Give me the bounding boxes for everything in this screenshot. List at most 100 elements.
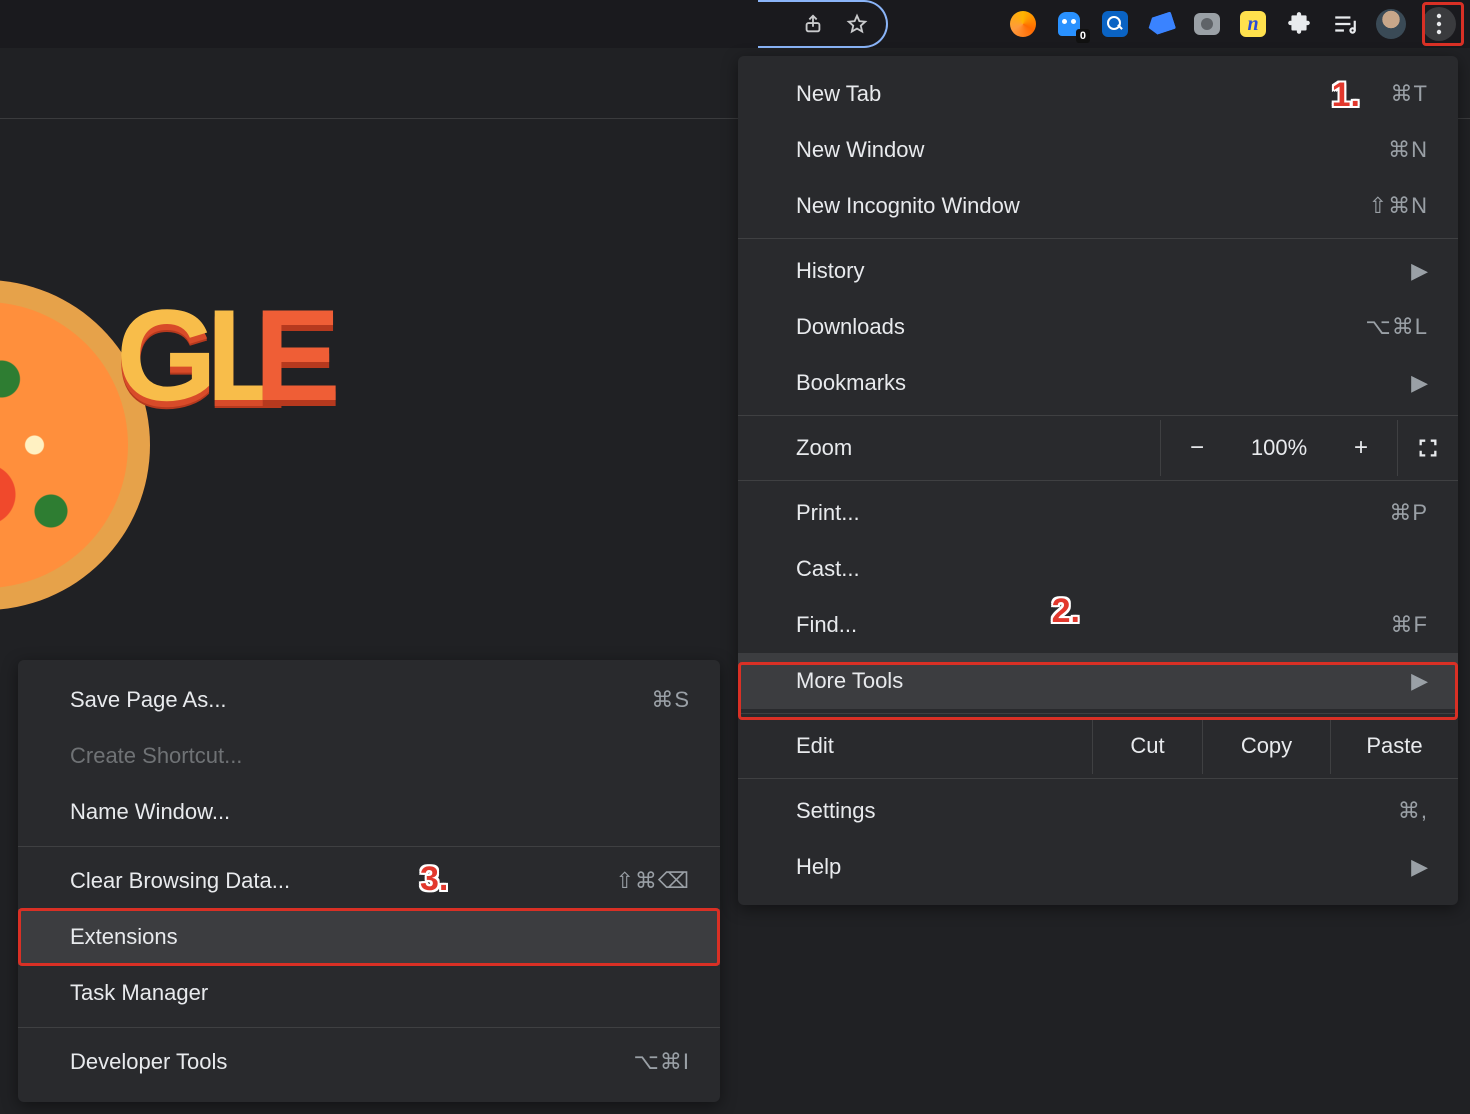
more-tools-submenu: Save Page As... ⌘S Create Shortcut... Na… — [18, 660, 720, 1102]
menu-item-help[interactable]: Help ▶ — [738, 839, 1458, 895]
menu-item-zoom: Zoom − 100% + — [738, 420, 1458, 476]
menu-item-shortcut: ⌘, — [1398, 798, 1428, 824]
menu-item-label: New Incognito Window — [796, 193, 1369, 219]
chevron-right-icon: ▶ — [1411, 668, 1428, 694]
menu-item-cast[interactable]: Cast... — [738, 541, 1458, 597]
submenu-item-extensions[interactable]: Extensions — [18, 909, 720, 965]
colorful-swirl-extension[interactable] — [1008, 9, 1038, 39]
submenu-item-name-window[interactable]: Name Window... — [18, 784, 720, 840]
menu-item-label: Extensions — [70, 924, 690, 950]
menu-item-label: Downloads — [796, 314, 1365, 340]
chrome-main-menu: New Tab ⌘T New Window ⌘N New Incognito W… — [738, 56, 1458, 905]
search-extension[interactable] — [1100, 9, 1130, 39]
browser-toolbar: 0 n — [0, 0, 1470, 48]
zoom-value: 100% — [1233, 435, 1325, 461]
price-tag-extension[interactable] — [1146, 9, 1176, 39]
notability-extension[interactable]: n — [1238, 9, 1268, 39]
kebab-menu-button[interactable] — [1422, 7, 1456, 41]
zoom-out-button[interactable]: − — [1161, 420, 1233, 476]
edit-paste-button[interactable]: Paste — [1330, 718, 1458, 774]
menu-item-label: Name Window... — [70, 799, 690, 825]
menu-item-more-tools[interactable]: More Tools ▶ — [738, 653, 1458, 709]
menu-item-shortcut: ⌘F — [1391, 612, 1428, 638]
profile-button[interactable] — [1376, 9, 1406, 39]
menu-item-shortcut: ⌘P — [1389, 500, 1428, 526]
menu-separator — [738, 415, 1458, 416]
doodle-letter: G — [116, 280, 211, 430]
chevron-right-icon: ▶ — [1411, 258, 1428, 284]
menu-item-label: Save Page As... — [70, 687, 651, 713]
menu-item-label: New Tab — [796, 81, 1391, 107]
note-icon: n — [1240, 11, 1266, 37]
menu-item-settings[interactable]: Settings ⌘, — [738, 783, 1458, 839]
menu-item-label: Developer Tools — [70, 1049, 634, 1075]
swirl-icon — [1010, 11, 1036, 37]
camera-icon — [1194, 13, 1220, 35]
menu-item-label: New Window — [796, 137, 1388, 163]
omnibox-right-edge — [758, 0, 888, 48]
menu-item-label: Zoom — [796, 435, 1160, 461]
menu-item-downloads[interactable]: Downloads ⌥⌘L — [738, 299, 1458, 355]
menu-item-label: Clear Browsing Data... — [70, 868, 615, 894]
fullscreen-icon — [1417, 437, 1439, 459]
menu-item-shortcut: ⌘S — [651, 687, 690, 713]
chevron-right-icon: ▶ — [1411, 370, 1428, 396]
menu-item-new-incognito[interactable]: New Incognito Window ⇧⌘N — [738, 178, 1458, 234]
menu-item-label: Edit — [738, 718, 1092, 774]
camera-extension[interactable] — [1192, 9, 1222, 39]
menu-separator — [738, 480, 1458, 481]
menu-item-print[interactable]: Print... ⌘P — [738, 485, 1458, 541]
menu-item-shortcut: ⇧⌘⌫ — [615, 868, 690, 894]
menu-item-label: History — [796, 258, 1411, 284]
avatar-icon — [1376, 9, 1406, 39]
menu-item-new-tab[interactable]: New Tab ⌘T — [738, 66, 1458, 122]
edit-cut-button[interactable]: Cut — [1092, 718, 1202, 774]
menu-item-shortcut: ⇧⌘N — [1369, 193, 1428, 219]
menu-item-bookmarks[interactable]: Bookmarks ▶ — [738, 355, 1458, 411]
menu-item-label: Find... — [796, 612, 1391, 638]
fullscreen-button[interactable] — [1398, 437, 1458, 459]
submenu-item-create-shortcut: Create Shortcut... — [18, 728, 720, 784]
menu-separator — [18, 846, 720, 847]
menu-item-label: Bookmarks — [796, 370, 1411, 396]
submenu-item-developer-tools[interactable]: Developer Tools ⌥⌘I — [18, 1034, 720, 1090]
menu-separator — [18, 1027, 720, 1028]
puzzle-icon — [1286, 11, 1312, 37]
playlist-music-icon — [1332, 11, 1358, 37]
menu-item-shortcut: ⌘N — [1388, 137, 1428, 163]
price-tag-icon — [1146, 11, 1176, 36]
menu-item-label: Print... — [796, 500, 1389, 526]
submenu-item-clear-browsing-data[interactable]: Clear Browsing Data... ⇧⌘⌫ — [18, 853, 720, 909]
menu-item-shortcut: ⌥⌘L — [1365, 314, 1428, 340]
edit-copy-button[interactable]: Copy — [1202, 718, 1330, 774]
menu-item-new-window[interactable]: New Window ⌘N — [738, 122, 1458, 178]
zoom-in-button[interactable]: + — [1325, 420, 1397, 476]
menu-item-history[interactable]: History ▶ — [738, 243, 1458, 299]
extension-badge: 0 — [1076, 29, 1090, 43]
menu-item-label: Create Shortcut... — [70, 743, 690, 769]
kebab-icon — [1436, 13, 1442, 35]
menu-item-label: Help — [796, 854, 1411, 880]
menu-separator — [738, 713, 1458, 714]
doodle-letter: E — [254, 280, 335, 430]
media-control-button[interactable] — [1330, 9, 1360, 39]
submenu-item-save-page-as[interactable]: Save Page As... ⌘S — [18, 672, 720, 728]
ghostery-extension[interactable]: 0 — [1054, 9, 1084, 39]
magnifier-icon — [1102, 11, 1128, 37]
menu-item-label: More Tools — [796, 668, 1411, 694]
menu-item-label: Settings — [796, 798, 1398, 824]
extensions-button[interactable] — [1284, 9, 1314, 39]
menu-separator — [738, 238, 1458, 239]
submenu-item-task-manager[interactable]: Task Manager — [18, 965, 720, 1021]
menu-item-label: Task Manager — [70, 980, 690, 1006]
share-icon[interactable] — [802, 13, 824, 35]
chevron-right-icon: ▶ — [1411, 854, 1428, 880]
menu-item-find[interactable]: Find... ⌘F — [738, 597, 1458, 653]
menu-item-label: Cast... — [796, 556, 1428, 582]
bookmark-star-icon[interactable] — [846, 13, 868, 35]
extension-cluster: 0 n — [988, 0, 1470, 48]
menu-item-shortcut: ⌘T — [1391, 81, 1428, 107]
menu-separator — [738, 778, 1458, 779]
menu-item-shortcut: ⌥⌘I — [634, 1049, 690, 1075]
menu-item-edit: Edit Cut Copy Paste — [738, 718, 1458, 774]
